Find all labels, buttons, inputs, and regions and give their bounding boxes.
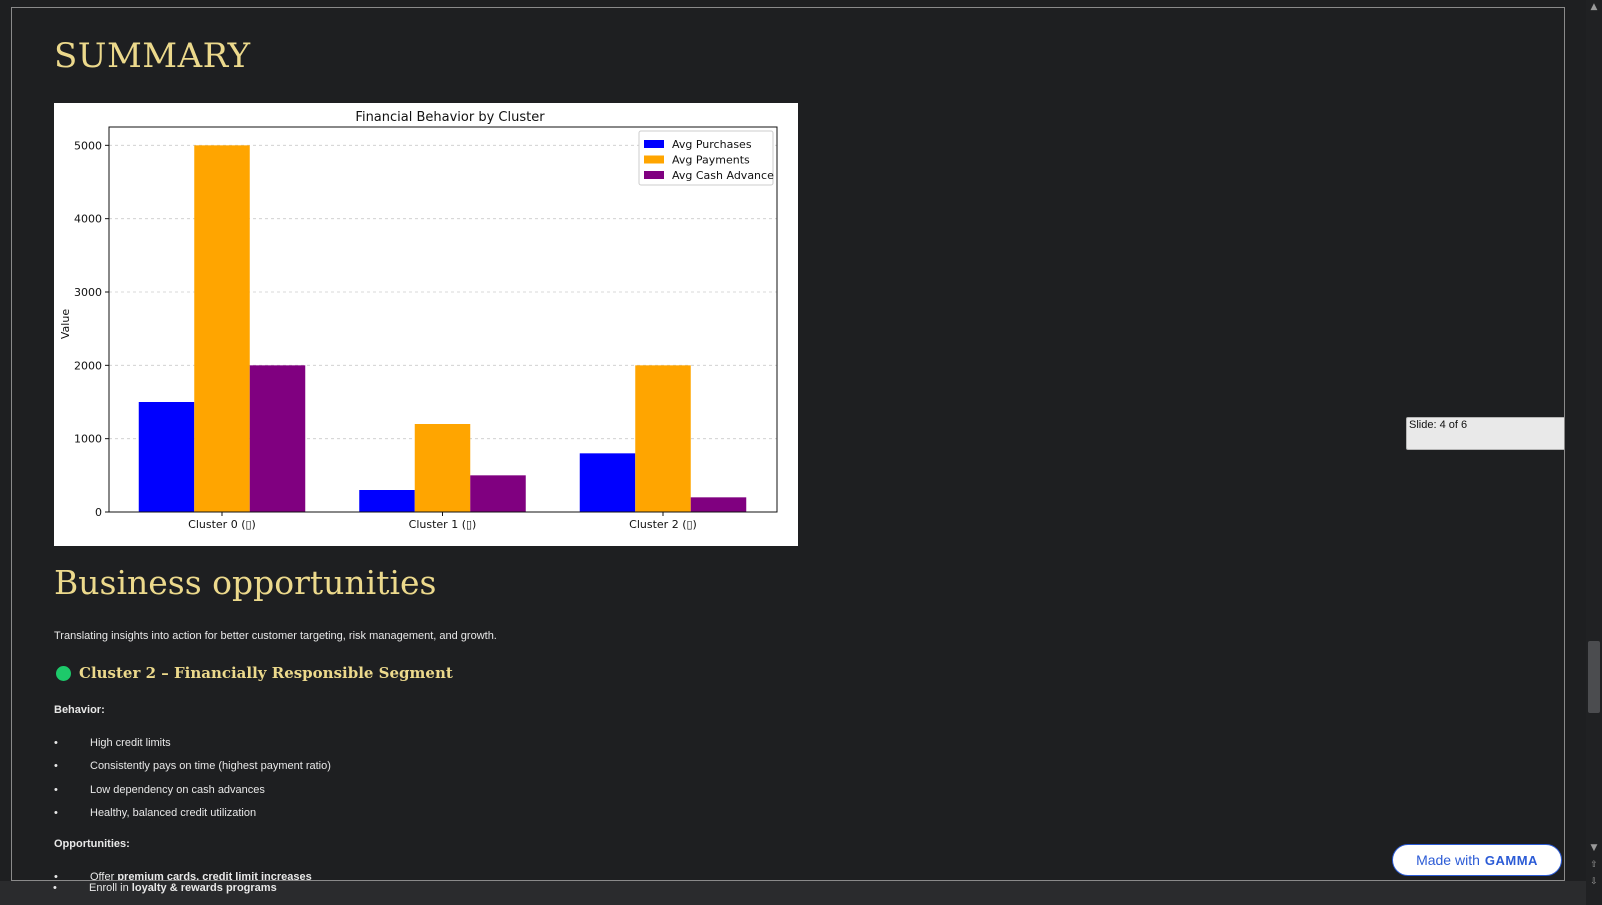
legend-swatch bbox=[644, 140, 664, 148]
chart-legend: Avg Purchases Avg Payments Avg Cash Advanc… bbox=[638, 130, 774, 186]
bar-avg-cash-advance bbox=[470, 475, 526, 512]
y-tick-label: 5000 bbox=[74, 139, 102, 152]
legend-label: Avg Cash Advance bbox=[672, 169, 774, 182]
y-tick-label: 3000 bbox=[74, 286, 102, 299]
list-item: • Low dependency on cash advances bbox=[54, 783, 265, 796]
green-circle-icon bbox=[56, 665, 71, 681]
chart-x-ticks: Cluster 0 (▯) Cluster 1 (▯) Cluster 2 (▯) bbox=[188, 512, 697, 531]
legend-label: Avg Payments bbox=[672, 154, 750, 167]
bullet-icon: • bbox=[54, 760, 58, 773]
bar-avg-payments bbox=[635, 365, 691, 512]
legend-swatch bbox=[644, 171, 664, 179]
legend-label: Avg Purchases bbox=[672, 138, 752, 151]
list-item: • Consistently pays on time (highest paym… bbox=[54, 760, 331, 773]
bar-avg-purchases bbox=[138, 402, 195, 512]
business-intro-text: Translating insights into action for bet… bbox=[54, 630, 497, 642]
opportunities-list-continued: • Enroll in loyalty & rewards programs bbox=[53, 881, 277, 904]
bullet-icon: • bbox=[54, 806, 58, 819]
bar-avg-purchases bbox=[579, 453, 636, 512]
bullet-icon: • bbox=[53, 882, 57, 894]
page-up-icon[interactable]: ⇧ bbox=[1586, 858, 1602, 872]
slide-viewer-frame: SUMMARY Financial Behavior by Cluster Va… bbox=[11, 7, 1565, 881]
chart-y-axis-label: Value bbox=[59, 309, 72, 339]
y-tick-label: 2000 bbox=[74, 359, 102, 372]
behavior-label: Behavior: bbox=[54, 704, 105, 716]
x-tick-label: Cluster 2 (▯) bbox=[629, 518, 697, 531]
opportunities-list: • Offer premium cards, credit limit incre… bbox=[54, 870, 312, 881]
made-with-gamma-badge[interactable]: Made with GAMMA bbox=[1392, 844, 1562, 876]
y-tick-label: 1000 bbox=[74, 433, 102, 446]
gamma-logo: GAMMA bbox=[1484, 852, 1538, 868]
bullet-icon: • bbox=[54, 871, 58, 881]
y-tick-label: 4000 bbox=[74, 213, 102, 226]
y-tick-label: 0 bbox=[95, 506, 102, 519]
scroll-down-arrow-icon[interactable]: ▼ bbox=[1586, 841, 1602, 855]
legend-swatch bbox=[644, 155, 664, 164]
bar-avg-payments bbox=[414, 424, 471, 512]
cluster-2-heading: Cluster 2 – Financially Responsible Segm… bbox=[54, 664, 453, 682]
slide-indicator: Slide: 4 of 6 bbox=[1406, 417, 1564, 450]
bar-avg-cash-advance bbox=[249, 365, 306, 512]
bullet-icon: • bbox=[54, 737, 58, 749]
chart-svg: Financial Behavior by Cluster Value 0 100… bbox=[59, 110, 778, 531]
vertical-scrollbar[interactable]: ▲ ▼ ⇧ ⇩ bbox=[1586, 0, 1602, 905]
bar-avg-cash-advance bbox=[690, 497, 747, 512]
list-item: • High credit limits bbox=[54, 737, 171, 749]
financial-behavior-chart: Financial Behavior by Cluster Value 0 100… bbox=[54, 103, 798, 546]
scrollbar-thumb[interactable] bbox=[1588, 641, 1600, 713]
summary-title: SUMMARY bbox=[54, 36, 251, 76]
list-item: • Healthy, balanced credit utilization bbox=[54, 806, 257, 819]
bar-avg-purchases bbox=[359, 490, 415, 512]
list-item: • Offer premium cards, credit limit incre… bbox=[54, 870, 312, 881]
made-with-label: Made with bbox=[1416, 852, 1480, 868]
clipped-content-strip: • Enroll in loyalty & rewards programs bbox=[0, 881, 1586, 905]
opportunities-label: Opportunities: bbox=[54, 838, 130, 850]
chart-y-ticks: 0 1000 2000 3000 4000 5000 bbox=[74, 139, 109, 519]
page-down-icon[interactable]: ⇩ bbox=[1586, 875, 1602, 889]
bar-avg-payments bbox=[194, 145, 250, 513]
x-tick-label: Cluster 1 (▯) bbox=[409, 518, 477, 531]
x-tick-label: Cluster 0 (▯) bbox=[188, 518, 256, 531]
list-item: • Enroll in loyalty & rewards programs bbox=[53, 882, 277, 894]
cluster-2-heading-text: Cluster 2 – Financially Responsible Segm… bbox=[79, 664, 453, 682]
scroll-up-arrow-icon[interactable]: ▲ bbox=[1586, 0, 1602, 14]
behavior-list: • High credit limits • Consistently pays o… bbox=[54, 736, 331, 829]
bullet-icon: • bbox=[54, 783, 58, 796]
chart-bars bbox=[138, 145, 747, 513]
chart-title: Financial Behavior by Cluster bbox=[355, 110, 545, 125]
business-opportunities-heading: Business opportunities bbox=[54, 563, 437, 602]
